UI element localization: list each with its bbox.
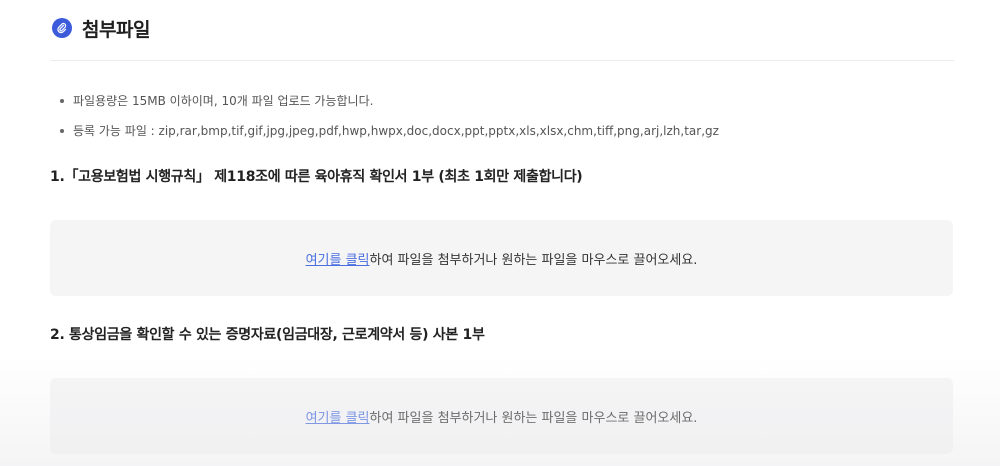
note-item: 파일용량은 15MB 이하이며, 10개 파일 업로드 가능합니다. <box>60 86 719 116</box>
attachment-card: 첨부파일 파일용량은 15MB 이하이며, 10개 파일 업로드 가능합니다. … <box>0 0 1000 466</box>
clip-icon-glyph <box>57 22 67 34</box>
attachment-title-2: 2. 통상임금을 확인할 수 있는 증명자료(임금대장, 근로계약서 등) 사본… <box>50 327 485 343</box>
upload-notes: 파일용량은 15MB 이하이며, 10개 파일 업로드 가능합니다. 등록 가능… <box>60 86 719 146</box>
dropzone-link-1[interactable]: 여기를 클릭 <box>306 249 370 268</box>
section-title: 첨부파일 <box>82 18 150 41</box>
dropzone-link-2[interactable]: 여기를 클릭 <box>306 407 370 426</box>
header-divider <box>50 60 954 61</box>
bullet-icon <box>60 99 64 103</box>
file-dropzone-2[interactable]: 여기를 클릭 하여 파일을 첨부하거나 원하는 파일을 마우스로 끌어오세요. <box>50 378 953 454</box>
bullet-icon <box>60 129 64 133</box>
dropzone-text-1: 하여 파일을 첨부하거나 원하는 파일을 마우스로 끌어오세요. <box>369 252 698 268</box>
file-dropzone-1[interactable]: 여기를 클릭 하여 파일을 첨부하거나 원하는 파일을 마우스로 끌어오세요. <box>50 220 953 296</box>
clip-icon <box>52 18 72 38</box>
note-text: 파일용량은 15MB 이하이며, 10개 파일 업로드 가능합니다. <box>73 94 374 108</box>
note-item: 등록 가능 파일 : zip,rar,bmp,tif,gif,jpg,jpeg,… <box>60 116 719 146</box>
dropzone-text-2: 하여 파일을 첨부하거나 원하는 파일을 마우스로 끌어오세요. <box>369 410 698 426</box>
note-text: 등록 가능 파일 : zip,rar,bmp,tif,gif,jpg,jpeg,… <box>73 124 719 138</box>
section-header: 첨부파일 <box>52 12 150 44</box>
attachment-title-1: 1.「고용보험법 시행규칙」 제118조에 따른 육아휴직 확인서 1부 (최초… <box>50 169 583 185</box>
